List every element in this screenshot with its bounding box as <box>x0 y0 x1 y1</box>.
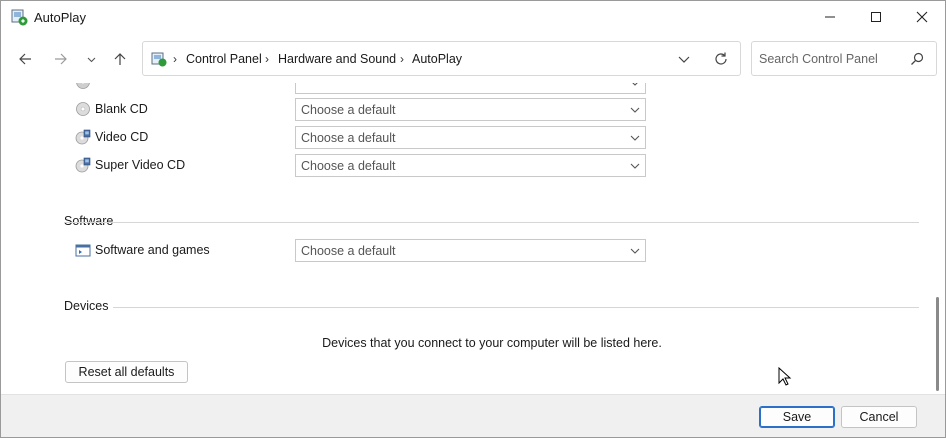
navigation-bar: › Control Panel › Hardware and Sound › A… <box>1 35 945 83</box>
software-and-games-row: Software and games Choose a default <box>1 239 931 263</box>
arrow-left-icon <box>19 53 31 65</box>
super-video-cd-select[interactable]: Choose a default <box>295 154 646 177</box>
search-icon[interactable] <box>910 52 924 66</box>
search-box[interactable] <box>751 41 937 76</box>
super-video-cd-icon <box>75 157 91 173</box>
blank-cd-row: Blank CD Choose a default <box>1 98 931 122</box>
devices-empty-message: Devices that you connect to your compute… <box>322 336 662 350</box>
reset-all-defaults-button[interactable]: Reset all defaults <box>65 361 188 383</box>
blank-cd-icon <box>76 102 90 116</box>
breadcrumb-separator-icon: › <box>173 52 177 66</box>
minimize-icon <box>825 16 835 18</box>
super-video-cd-label: Super Video CD <box>95 158 186 172</box>
arrow-up-icon <box>114 53 126 65</box>
control-panel-icon <box>151 52 167 67</box>
video-cd-icon <box>75 129 91 145</box>
scrollbar-thumb[interactable] <box>936 297 939 391</box>
software-and-games-select[interactable]: Choose a default <box>295 239 646 262</box>
chevron-down-icon <box>87 57 95 62</box>
software-and-games-select-value: Choose a default <box>301 244 396 258</box>
dialog-footer: Save Cancel <box>1 394 945 437</box>
minimize-button[interactable] <box>807 1 853 33</box>
breadcrumb-separator-icon: › <box>265 52 269 66</box>
devices-section-divider <box>113 307 919 308</box>
chevron-down-icon <box>630 107 640 113</box>
enhanced-audio-cd-icon <box>76 83 90 89</box>
close-icon <box>916 11 928 23</box>
video-cd-label: Video CD <box>95 130 149 144</box>
software-and-games-label: Software and games <box>95 243 210 257</box>
title-bar: AutoPlay <box>1 1 945 35</box>
forward-button[interactable] <box>49 47 73 71</box>
super-video-cd-row: Super Video CD Choose a default <box>1 154 931 178</box>
chevron-down-icon <box>632 83 638 86</box>
chevron-down-icon <box>630 248 640 254</box>
address-history-chevron-icon[interactable] <box>677 52 691 66</box>
chevron-down-icon <box>630 135 640 141</box>
autoplay-settings-content: Blank CD Choose a default Video CD Choos… <box>1 83 931 394</box>
breadcrumb-separator-icon: › <box>400 52 404 66</box>
software-icon <box>75 244 91 257</box>
devices-section-title: Devices <box>64 299 109 313</box>
blank-cd-select-value: Choose a default <box>301 103 396 117</box>
recent-locations-button[interactable] <box>80 47 102 71</box>
breadcrumb-autoplay[interactable]: AutoPlay <box>412 52 462 66</box>
window-title: AutoPlay <box>34 10 87 25</box>
maximize-icon <box>871 12 881 22</box>
search-input[interactable] <box>759 50 909 68</box>
close-button[interactable] <box>899 1 945 33</box>
vertical-scrollbar[interactable] <box>931 83 945 394</box>
enhanced-audio-cd-select[interactable] <box>295 83 646 94</box>
enhanced-audio-cd-row <box>1 83 931 95</box>
video-cd-select-value: Choose a default <box>301 131 396 145</box>
refresh-icon[interactable] <box>713 51 729 67</box>
software-section-title: Software <box>64 214 114 228</box>
maximize-button[interactable] <box>853 1 899 33</box>
autoplay-app-icon <box>11 9 28 26</box>
up-button[interactable] <box>108 47 132 71</box>
video-cd-select[interactable]: Choose a default <box>295 126 646 149</box>
blank-cd-label: Blank CD <box>95 102 148 116</box>
back-button[interactable] <box>13 47 37 71</box>
software-section-divider <box>64 222 919 223</box>
mouse-pointer-icon <box>778 367 792 386</box>
video-cd-row: Video CD Choose a default <box>1 126 931 150</box>
address-bar[interactable]: › Control Panel › Hardware and Sound › A… <box>142 41 741 76</box>
arrow-right-icon <box>55 53 67 65</box>
chevron-down-icon <box>630 163 640 169</box>
breadcrumb-hardware-and-sound[interactable]: Hardware and Sound <box>278 52 396 66</box>
super-video-cd-select-value: Choose a default <box>301 159 396 173</box>
blank-cd-select[interactable]: Choose a default <box>295 98 646 121</box>
breadcrumb-control-panel[interactable]: Control Panel <box>186 52 262 66</box>
autoplay-window: AutoPlay › Control Panel › Hardware and … <box>0 0 946 438</box>
cancel-button[interactable]: Cancel <box>841 406 917 428</box>
save-button[interactable]: Save <box>759 406 835 428</box>
